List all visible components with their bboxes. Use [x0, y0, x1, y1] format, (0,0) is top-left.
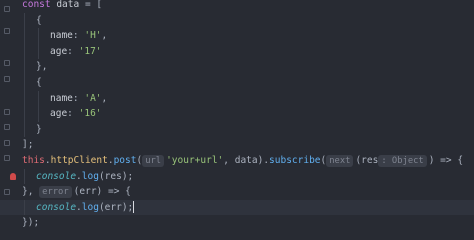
code-token: '16' [78, 108, 102, 120]
code-token: console [36, 201, 77, 213]
code-token: age [50, 108, 68, 120]
fold-marker-icon[interactable] [4, 6, 10, 12]
code-line[interactable]: age: '16' [22, 106, 474, 122]
code-token: log [81, 170, 99, 182]
text-cursor [133, 201, 135, 214]
code-token: 'your+url' [166, 155, 224, 166]
code-line[interactable]: { [22, 13, 474, 29]
code-token: (res [355, 155, 379, 166]
code-token: ) => { [428, 155, 464, 166]
code-line[interactable]: name: 'H', [22, 28, 474, 44]
code-token: : [72, 30, 85, 42]
fold-marker-icon[interactable] [4, 140, 10, 146]
indent-guide [24, 168, 25, 185]
code-token: (err) => { [73, 186, 131, 198]
code-token: : [72, 92, 85, 104]
code-token: subscribe [269, 155, 321, 166]
code-token: name [50, 92, 73, 104]
code-token: } [36, 123, 42, 135]
parameter-hint: url [142, 155, 165, 167]
code-token: }, [22, 186, 40, 198]
code-token: '17' [78, 45, 102, 57]
parameter-hint: : Object [378, 155, 427, 167]
fold-marker-icon[interactable] [4, 155, 10, 161]
indent-guide [24, 199, 25, 216]
code-token: (res); [98, 170, 134, 182]
fold-marker-icon[interactable] [4, 189, 10, 195]
code-token: console [36, 170, 77, 182]
code-token: , data). [223, 155, 270, 166]
code-token: httpClient [50, 155, 108, 166]
code-line[interactable]: { [22, 75, 474, 91]
code-line[interactable]: }); [22, 215, 474, 231]
code-line[interactable]: ]; [22, 137, 474, 153]
code-token: post [113, 155, 137, 166]
code-token: 'A' [84, 92, 102, 104]
code-line[interactable]: this.httpClient.post(url'your+url', data… [22, 153, 474, 169]
code-token: age [50, 45, 68, 57]
code-line[interactable]: console.log(err); [0, 199, 474, 216]
parameter-hint: error [39, 186, 72, 199]
code-editor[interactable]: const data = [{name: 'H', age: '17'},{nam… [0, 0, 474, 228]
editor-gutter [0, 0, 20, 200]
code-token: data [50, 0, 85, 10]
code-token: ]; [22, 139, 34, 151]
code-token: log [81, 201, 99, 213]
fold-marker-icon[interactable] [4, 28, 10, 34]
code-line[interactable]: }, [22, 59, 474, 75]
code-token: { [36, 14, 42, 26]
code-line[interactable]: }, error (err) => { [22, 184, 474, 200]
code-line[interactable]: } [22, 122, 474, 138]
code-token: : [67, 108, 79, 120]
code-line[interactable]: name: 'A', [22, 91, 474, 107]
fold-marker-icon[interactable] [4, 76, 10, 82]
code-token: , [101, 30, 108, 42]
code-token: { [36, 77, 42, 88]
indent-guide [38, 90, 39, 122]
code-token: (err); [98, 201, 134, 213]
code-token: }); [22, 217, 40, 229]
indent-guide [24, 12, 25, 138]
code-token: : [67, 45, 79, 57]
fold-marker-icon[interactable] [4, 109, 10, 115]
fold-marker-icon[interactable] [4, 60, 10, 66]
code-token: this [22, 155, 45, 166]
code-line[interactable]: age: '17' [22, 44, 474, 60]
code-token: const [22, 0, 51, 10]
indent-guide [38, 28, 39, 60]
code-token: name [50, 30, 73, 42]
code-line[interactable]: const data = [ [22, 0, 474, 13]
code-token: , [101, 92, 108, 104]
code-line[interactable]: console.log(res); [22, 169, 474, 185]
code-token: = [ [84, 0, 103, 10]
fold-marker-icon[interactable] [4, 124, 10, 130]
code-token: 'H' [84, 30, 102, 42]
lightbulb-icon[interactable] [10, 173, 16, 180]
code-token: }, [36, 61, 48, 73]
parameter-hint: next [326, 155, 354, 167]
